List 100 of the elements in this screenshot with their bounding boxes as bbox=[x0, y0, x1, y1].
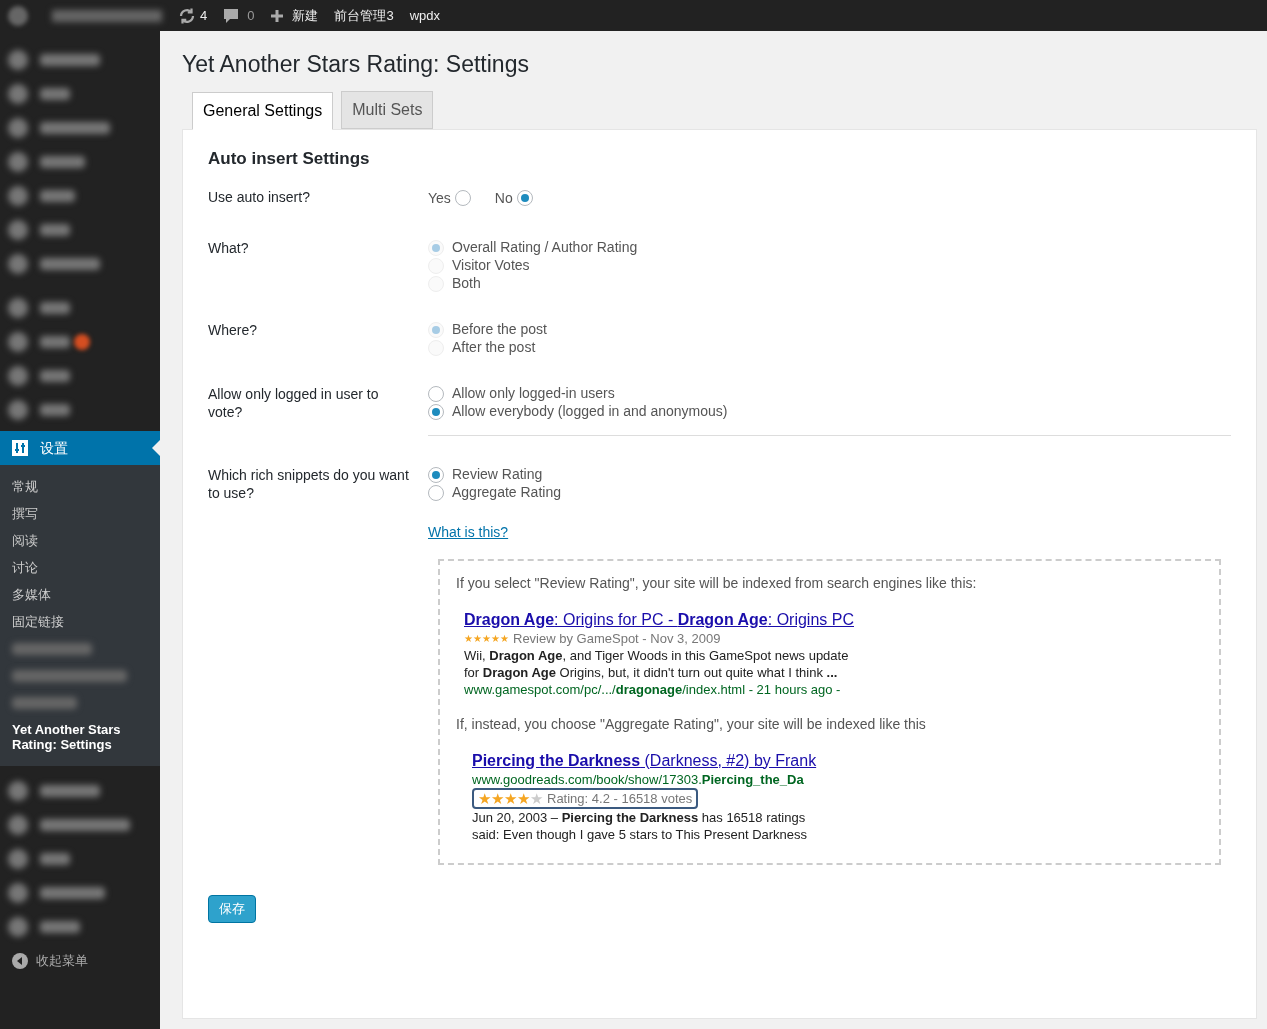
collapse-menu-link[interactable]: 收起菜单 bbox=[36, 951, 88, 971]
tab[interactable]: Multi Sets bbox=[341, 91, 434, 129]
blurred-menu-icon bbox=[8, 186, 28, 206]
blurred-menu-icon bbox=[8, 50, 28, 70]
tab[interactable]: General Settings bbox=[192, 92, 334, 130]
field-label: Which rich snippets do you want to use? bbox=[208, 465, 410, 503]
star-icon: ★ bbox=[473, 629, 482, 647]
option-label: After the post bbox=[452, 338, 536, 357]
settings-menu-item[interactable]: 设置 bbox=[0, 431, 160, 465]
radio-button[interactable] bbox=[428, 385, 444, 402]
collapse-icon[interactable] bbox=[12, 953, 28, 969]
radio-button[interactable] bbox=[428, 403, 444, 420]
radio-button[interactable] bbox=[454, 190, 471, 206]
submenu-item[interactable]: 撰写 bbox=[0, 500, 160, 527]
submenu-item[interactable]: Yet Another Stars Rating: Settings bbox=[0, 716, 160, 758]
blurred-badge bbox=[74, 334, 90, 350]
blurred-menu-label bbox=[40, 370, 70, 382]
star-icon: ★ bbox=[464, 629, 473, 647]
star-icon: ★ bbox=[491, 629, 500, 647]
submenu-item[interactable]: 固定链接 bbox=[0, 608, 160, 635]
option-label: Aggregate Rating bbox=[452, 483, 561, 502]
result-url: www.gamespot.com/pc/.../dragonage/index.html - 21 hours ago - bbox=[464, 680, 842, 698]
star-icon: ★ bbox=[482, 629, 491, 647]
blurred-menu-icon bbox=[8, 400, 28, 420]
blurred-menu-icon bbox=[8, 917, 28, 937]
option-label: No bbox=[494, 188, 513, 208]
star-icon: ★ bbox=[478, 789, 491, 807]
refresh-icon[interactable] bbox=[178, 6, 196, 25]
field-label: Use auto insert? bbox=[208, 187, 311, 207]
current-pointer-icon bbox=[152, 440, 160, 456]
blurred-menu-icon bbox=[8, 849, 28, 869]
blurred-menu-label bbox=[40, 258, 100, 270]
field-label: What? bbox=[208, 238, 250, 258]
blurred-menu-icon bbox=[8, 298, 28, 318]
blurred-menu-icon bbox=[8, 883, 28, 903]
blurred-menu-label bbox=[40, 302, 70, 314]
blurred-menu-label bbox=[40, 785, 100, 797]
star-icon: ★ bbox=[491, 789, 504, 807]
star-icon: ★ bbox=[504, 789, 517, 807]
blurred-menu-label bbox=[40, 54, 100, 66]
sliders-icon bbox=[12, 440, 28, 456]
blurred-menu-icon bbox=[8, 118, 28, 138]
blurred-logo-icon bbox=[8, 5, 28, 26]
field-label: Where? bbox=[208, 320, 259, 340]
example-intro: If, instead, you choose "Aggregate Rating", your site will be indexed like this bbox=[456, 714, 927, 734]
section-title: Auto insert Settings bbox=[208, 148, 371, 170]
option-label: Allow only logged-in users bbox=[452, 384, 615, 403]
blurred-menu-label bbox=[40, 156, 85, 168]
result-url: www.goodreads.com/book/show/17303.Piercing_the_Da bbox=[472, 770, 805, 788]
blurred-menu-icon bbox=[8, 815, 28, 835]
blurred-menu-label bbox=[40, 88, 70, 100]
result-title-link[interactable]: Piercing the Darkness (Darkness, #2) by Frank bbox=[472, 750, 852, 771]
star-icon: ★ bbox=[517, 789, 530, 807]
option-label: Overall Rating / Author Rating bbox=[452, 238, 638, 257]
rating-text: Review by GameSpot - Nov 3, 2009 bbox=[513, 629, 721, 647]
option-label: Allow everybody (logged in and anonymous) bbox=[452, 402, 728, 421]
option-label: Both bbox=[452, 274, 481, 293]
blurred-menu-label bbox=[40, 336, 70, 348]
radio-button[interactable] bbox=[428, 484, 444, 501]
blurred-menu-label bbox=[40, 887, 105, 899]
radio-button[interactable] bbox=[428, 466, 444, 483]
star-icon: ★ bbox=[500, 629, 509, 647]
result-snippet: said: Even though I gave 5 stars to This Present Darkness bbox=[472, 825, 809, 843]
option-label: Yes bbox=[428, 188, 451, 208]
updates-count[interactable]: 4 bbox=[200, 5, 208, 26]
admin-bar-link[interactable]: 前台管理3 bbox=[334, 5, 394, 26]
blurred-menu-label bbox=[40, 853, 70, 865]
blurred-menu-label bbox=[40, 122, 110, 134]
blurred-menu-label bbox=[40, 190, 75, 202]
field-label: Allow only logged in user to vote? bbox=[208, 384, 380, 421]
blurred-menu-icon bbox=[8, 254, 28, 274]
new-link[interactable]: 新建 bbox=[292, 5, 319, 26]
blurred-menu-label bbox=[40, 921, 80, 933]
radio-button[interactable] bbox=[516, 190, 533, 206]
result-snippet: for Dragon Age Origins, but, it didn't turn out quite what I think ... bbox=[464, 663, 839, 681]
submenu-item[interactable]: 多媒体 bbox=[0, 581, 160, 608]
blurred-submenu-item bbox=[12, 696, 77, 709]
result-title-link[interactable]: Dragon Age: Origins for PC - Dragon Age: Origins PC bbox=[464, 609, 869, 630]
result-snippet: Jun 20, 2003 – Piercing the Darkness has 16518 ratings bbox=[472, 808, 807, 826]
star-icon: ★ bbox=[530, 789, 543, 807]
submenu-item[interactable]: 阅读 bbox=[0, 527, 160, 554]
comments-count[interactable]: 0 bbox=[247, 5, 255, 26]
what-is-this-link[interactable]: What is this? bbox=[428, 521, 509, 543]
page-title: Yet Another Stars Rating: Settings bbox=[182, 50, 530, 79]
plus-icon[interactable] bbox=[270, 8, 285, 23]
rating-text: Rating: 4.2 - 16518 votes bbox=[547, 789, 693, 807]
blurred-menu-icon bbox=[8, 366, 28, 386]
submenu-item[interactable]: 常规 bbox=[0, 473, 160, 500]
blurred-menu-label bbox=[40, 404, 70, 416]
admin-bar-link[interactable]: wpdx bbox=[409, 5, 441, 26]
submenu-item[interactable]: 讨论 bbox=[0, 554, 160, 581]
example-intro: If you select "Review Rating", your site will be indexed from search engines like this: bbox=[456, 573, 978, 593]
result-snippet: Wii, Dragon Age, and Tiger Woods in this GameSpot news update bbox=[464, 646, 850, 664]
blurred-menu-icon bbox=[8, 220, 28, 240]
blurred-menu-icon bbox=[8, 84, 28, 104]
blurred-menu-icon bbox=[8, 781, 28, 801]
option-label: Visitor Votes bbox=[452, 256, 530, 275]
blurred-menu-icon bbox=[8, 332, 28, 352]
comment-icon[interactable] bbox=[223, 7, 240, 24]
option-label: Before the post bbox=[452, 320, 547, 339]
